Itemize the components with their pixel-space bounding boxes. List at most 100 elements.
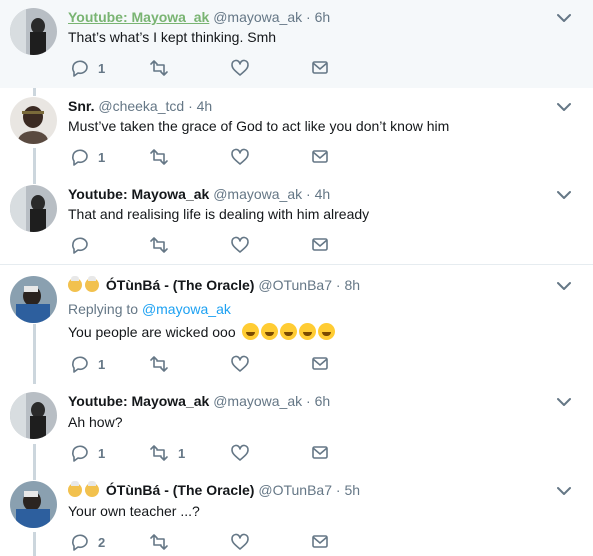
retweet-count: 1 (178, 445, 186, 461)
tweet-text-body: You people are wicked ooo (68, 324, 236, 340)
retweet-icon (150, 60, 168, 76)
separator-dot: · (306, 393, 311, 409)
chevron-down-icon[interactable] (557, 397, 571, 407)
like-button[interactable] (230, 58, 250, 78)
avatar[interactable] (10, 185, 57, 232)
author-handle[interactable]: @OTunBa7 (258, 482, 332, 498)
timestamp[interactable]: 4h (315, 186, 331, 202)
chevron-down-icon[interactable] (557, 13, 571, 23)
tweet-header: Youtube: Mayowa_ak @mayowa_ak · 6h (68, 8, 330, 26)
author-name[interactable]: ÓTùnBá - (The Oracle) (106, 482, 255, 498)
direct-message-button[interactable] (310, 235, 330, 255)
author-name[interactable]: Youtube: Mayowa_ak (68, 9, 209, 25)
tweet[interactable]: ÓTùnBá - (The Oracle) @OTunBa7 · 5h Your… (0, 472, 593, 556)
avatar[interactable] (10, 276, 57, 323)
like-button[interactable] (230, 532, 250, 552)
author-handle[interactable]: @OTunBa7 (258, 277, 332, 293)
grinning-emoji-icon (260, 323, 278, 340)
author-name[interactable]: Snr. (68, 98, 94, 114)
separator-dot: · (306, 9, 311, 25)
tweet-header: Snr. @cheeka_tcd · 4h (68, 97, 212, 115)
author-name[interactable]: ÓTùnBá - (The Oracle) (106, 277, 255, 293)
author-handle[interactable]: @cheeka_tcd (98, 98, 184, 114)
retweet-icon (150, 356, 168, 372)
retweet-button[interactable] (148, 58, 178, 78)
reply-icon (72, 237, 88, 254)
direct-message-button[interactable] (310, 58, 330, 78)
reply-icon (72, 60, 88, 77)
author-name[interactable]: Youtube: Mayowa_ak (68, 186, 209, 202)
tweet-text: Your own teacher ...? (68, 503, 200, 519)
chevron-down-icon[interactable] (557, 281, 571, 291)
avatar[interactable] (10, 392, 57, 439)
smiley-emoji-icon (279, 323, 297, 340)
heart-icon (231, 148, 249, 165)
replying-to-mention[interactable]: @mayowa_ak (142, 301, 231, 317)
tweet-text: You people are wicked ooo (68, 323, 335, 341)
tweet[interactable]: Youtube: Mayowa_ak @mayowa_ak · 6h That’… (0, 0, 593, 88)
direct-message-button[interactable] (310, 147, 330, 167)
author-handle[interactable]: @mayowa_ak (213, 393, 302, 409)
retweet-button[interactable] (148, 235, 178, 255)
replying-to-label: Replying to (68, 301, 139, 317)
separator-dot: · (188, 98, 193, 114)
envelope-icon (312, 535, 328, 548)
timestamp[interactable]: 4h (197, 98, 213, 114)
avatar[interactable] (10, 97, 57, 144)
tweet-text: Must’ve taken the grace of God to act li… (68, 118, 450, 134)
reply-icon (72, 445, 88, 462)
reply-button[interactable]: 1 (70, 58, 105, 78)
heart-icon (231, 236, 249, 253)
reply-button[interactable]: 2 (70, 532, 105, 552)
replying-to: Replying to @mayowa_ak (68, 300, 231, 318)
like-button[interactable] (230, 354, 250, 374)
angel-emoji-icon (85, 276, 99, 292)
like-button[interactable] (230, 147, 250, 167)
tweet[interactable]: Snr. @cheeka_tcd · 4h Must’ve taken the … (0, 88, 593, 176)
timestamp[interactable]: 6h (315, 9, 331, 25)
tweet[interactable]: ÓTùnBá - (The Oracle) @OTunBa7 · 8h Repl… (0, 265, 593, 384)
chevron-down-icon[interactable] (557, 102, 571, 112)
author-handle[interactable]: @mayowa_ak (213, 186, 302, 202)
avatar[interactable] (10, 8, 57, 55)
reply-count: 2 (98, 534, 106, 550)
tweet[interactable]: Youtube: Mayowa_ak @mayowa_ak · 6h Ah ho… (0, 384, 593, 472)
separator-dot: · (335, 482, 341, 498)
reply-button[interactable]: 1 (70, 354, 105, 374)
reply-button[interactable] (70, 235, 98, 255)
laughing-emoji-icon (241, 323, 259, 340)
reply-count: 1 (98, 149, 106, 165)
reply-icon (72, 534, 88, 551)
heart-icon (231, 533, 249, 550)
tweet[interactable]: Youtube: Mayowa_ak @mayowa_ak · 4h That … (0, 176, 593, 264)
reply-icon (72, 149, 88, 166)
like-button[interactable] (230, 443, 250, 463)
reply-button[interactable]: 1 (70, 147, 105, 167)
tweet-header: ÓTùnBá - (The Oracle) @OTunBa7 · 5h (68, 481, 360, 499)
retweet-icon (150, 445, 168, 461)
author-handle[interactable]: @mayowa_ak (213, 9, 302, 25)
direct-message-button[interactable] (310, 443, 330, 463)
direct-message-button[interactable] (310, 354, 330, 374)
timestamp[interactable]: 8h (344, 277, 360, 293)
separator-dot: · (335, 277, 341, 293)
retweet-button[interactable] (148, 532, 178, 552)
envelope-icon (312, 150, 328, 163)
retweet-icon (150, 237, 168, 253)
like-button[interactable] (230, 235, 250, 255)
author-name[interactable]: Youtube: Mayowa_ak (68, 393, 209, 409)
envelope-icon (312, 357, 328, 370)
retweet-button[interactable] (148, 354, 178, 374)
reply-button[interactable]: 1 (70, 443, 105, 463)
envelope-icon (312, 446, 328, 459)
heart-icon (231, 444, 249, 461)
avatar[interactable] (10, 481, 57, 528)
tweet-header: ÓTùnBá - (The Oracle) @OTunBa7 · 8h (68, 276, 360, 294)
timestamp[interactable]: 6h (315, 393, 331, 409)
timestamp[interactable]: 5h (344, 482, 360, 498)
chevron-down-icon[interactable] (557, 190, 571, 200)
retweet-button[interactable]: 1 (148, 443, 185, 463)
direct-message-button[interactable] (310, 532, 330, 552)
retweet-button[interactable] (148, 147, 178, 167)
chevron-down-icon[interactable] (557, 486, 571, 496)
